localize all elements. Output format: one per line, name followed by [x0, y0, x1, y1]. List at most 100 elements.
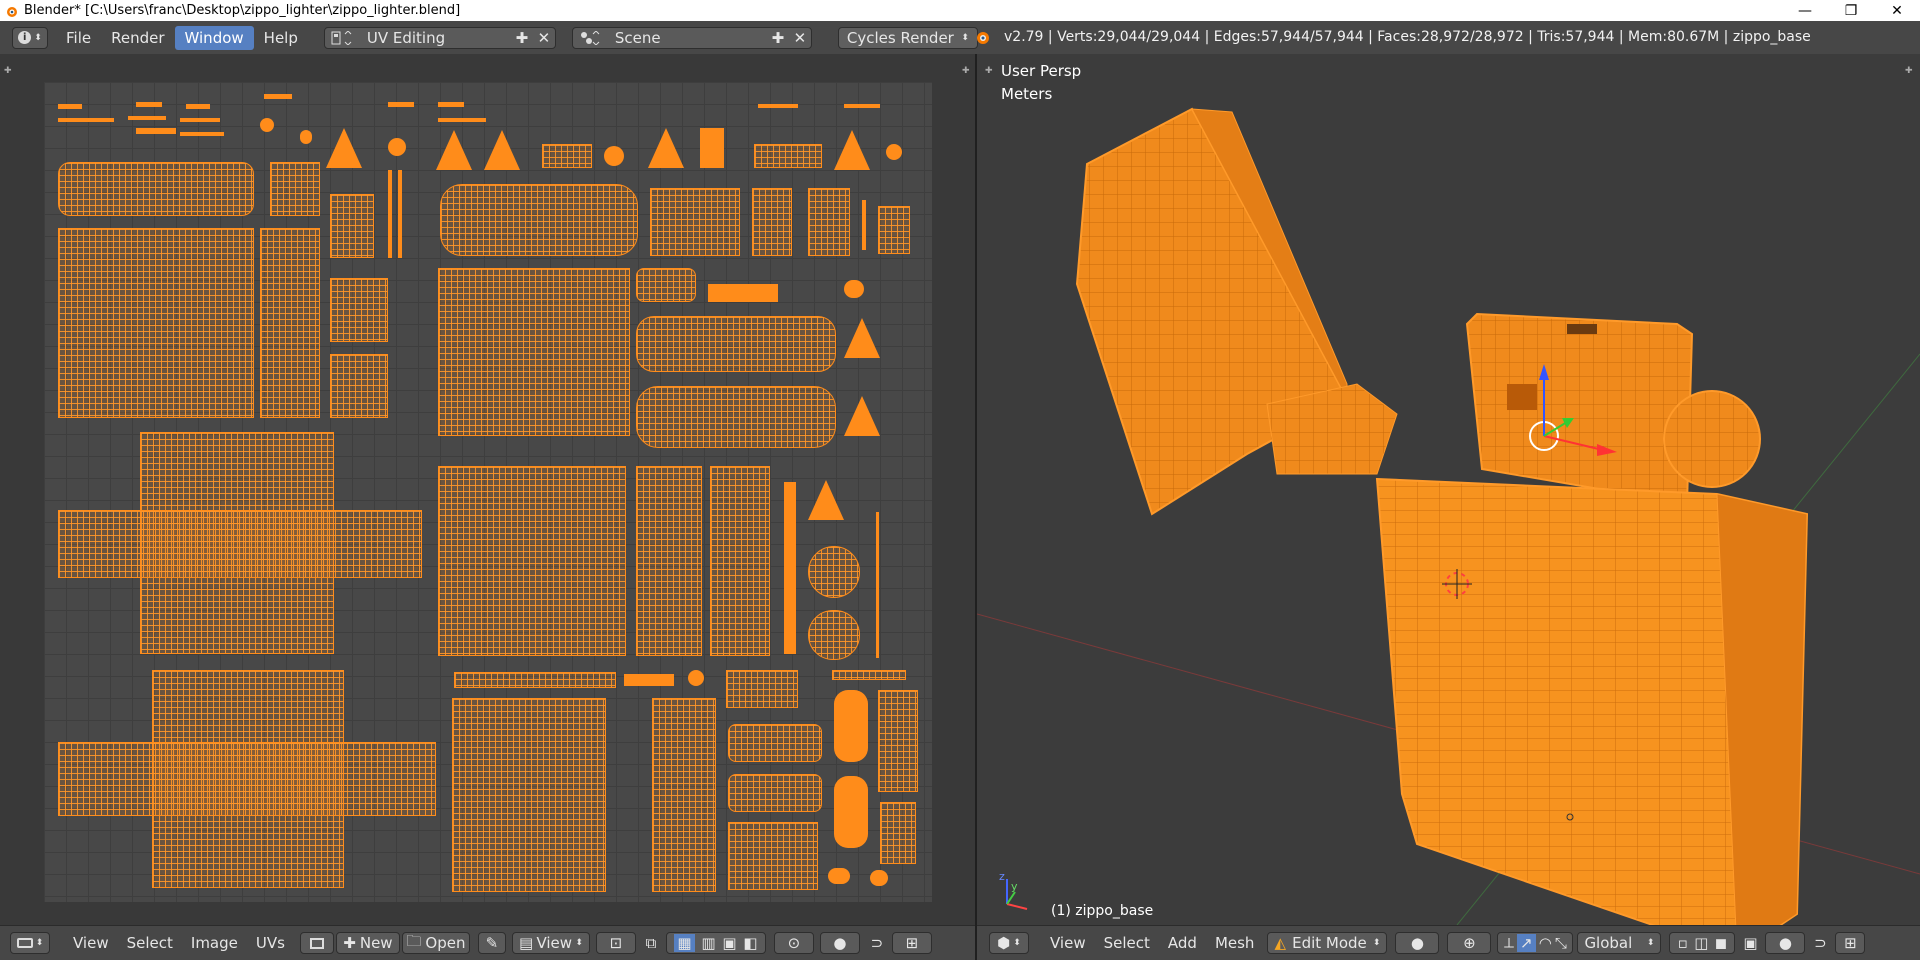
- uv-island[interactable]: [326, 128, 362, 168]
- snap-toggle-button[interactable]: ⊃: [866, 932, 888, 954]
- uv-island[interactable]: [438, 466, 626, 656]
- uv-island[interactable]: [844, 104, 880, 108]
- uv-island[interactable]: [136, 128, 176, 134]
- rotate-manipulator-icon[interactable]: ◠: [1539, 934, 1552, 952]
- uv-island[interactable]: [180, 118, 220, 122]
- uv-island[interactable]: [844, 318, 880, 358]
- uv-island[interactable]: [438, 102, 464, 107]
- face-select-icon[interactable]: ▣: [722, 934, 736, 952]
- uv-island[interactable]: [260, 118, 274, 132]
- proportional-edit-dropdown[interactable]: ●: [1765, 932, 1806, 954]
- uv-island[interactable]: [440, 184, 638, 256]
- uv-island[interactable]: [264, 94, 292, 99]
- scene-selector[interactable]: Scene ✚ ✕: [571, 26, 812, 49]
- uv-island[interactable]: [870, 870, 888, 886]
- menu-uvs[interactable]: UVs: [247, 934, 294, 952]
- editor-type-info-button[interactable]: i ⬍: [12, 26, 48, 49]
- uv-island[interactable]: [808, 610, 860, 660]
- uv-island[interactable]: [834, 690, 868, 762]
- uv-island[interactable]: [708, 284, 778, 302]
- uv-image-canvas[interactable]: [44, 82, 932, 902]
- uv-island[interactable]: [58, 118, 114, 122]
- uv-island[interactable]: [758, 104, 798, 108]
- vertex-mode-icon[interactable]: ▫: [1678, 934, 1688, 952]
- uv-island[interactable]: [438, 268, 630, 436]
- uv-island[interactable]: [300, 130, 312, 144]
- remove-screen-icon[interactable]: ✕: [533, 27, 555, 49]
- menu-window[interactable]: Window: [174, 25, 254, 50]
- uv-island[interactable]: [260, 228, 320, 418]
- uv-island[interactable]: [808, 188, 850, 256]
- uv-island[interactable]: [542, 144, 592, 168]
- editor-type-3d-button[interactable]: ⬢ ⬍: [989, 932, 1029, 954]
- uv-island[interactable]: [878, 690, 918, 792]
- minimize-button[interactable]: —: [1782, 0, 1828, 21]
- uv-island[interactable]: [862, 200, 866, 250]
- uv-island[interactable]: [650, 188, 740, 256]
- selection-mode-group[interactable]: ▦ ▥ ▣ ◧: [665, 932, 766, 954]
- sync-selection-button[interactable]: ⧉: [640, 932, 662, 954]
- transform-orientation-dropdown[interactable]: Global ⬍: [1577, 932, 1662, 954]
- uv-island[interactable]: [636, 316, 836, 372]
- zippo-lighter-mesh[interactable]: z y: [977, 54, 1920, 925]
- uv-island[interactable]: [808, 480, 844, 520]
- browse-image-button[interactable]: [299, 932, 334, 954]
- pivot-point-dropdown[interactable]: ⊕: [1447, 932, 1492, 954]
- uv-island[interactable]: [876, 512, 879, 658]
- new-image-button[interactable]: ✚ New: [335, 932, 400, 954]
- restore-button[interactable]: ❐: [1828, 0, 1874, 21]
- uv-island[interactable]: [878, 206, 910, 254]
- uv-island[interactable]: [728, 822, 818, 890]
- uv-island[interactable]: [636, 386, 836, 448]
- face-mode-icon[interactable]: ◼: [1715, 934, 1727, 952]
- region-toggle-icon[interactable]: ✚: [4, 66, 12, 76]
- remove-scene-icon[interactable]: ✕: [789, 27, 811, 49]
- manipulator-toggle-icon[interactable]: ⟂: [1504, 934, 1514, 952]
- 3d-viewport[interactable]: ✚ ✚ User Persp Meters z y (1) zippo_base: [977, 54, 1920, 925]
- uv-island[interactable]: [388, 102, 414, 107]
- select-mode-group[interactable]: ▫ ◫ ◼: [1669, 932, 1736, 954]
- close-window-button[interactable]: ✕: [1874, 0, 1920, 21]
- uv-island[interactable]: [604, 146, 624, 166]
- uv-island[interactable]: [484, 130, 520, 170]
- uv-island[interactable]: [58, 228, 254, 418]
- uv-island[interactable]: [438, 118, 486, 122]
- uv-island[interactable]: [844, 280, 864, 298]
- pin-button[interactable]: ✎: [477, 932, 506, 954]
- uv-island[interactable]: [388, 138, 406, 156]
- uv-island[interactable]: [834, 776, 868, 848]
- occlude-geometry-button[interactable]: ▣: [1739, 932, 1761, 954]
- uv-island[interactable]: [880, 802, 916, 864]
- uv-island[interactable]: [180, 132, 224, 136]
- uv-island[interactable]: [636, 268, 696, 302]
- render-engine-dropdown[interactable]: Cycles Render ⬍: [837, 26, 978, 49]
- menu-help[interactable]: Help: [254, 26, 308, 50]
- uv-island[interactable]: [58, 162, 254, 216]
- uv-island[interactable]: [828, 868, 850, 884]
- uv-island[interactable]: [330, 194, 374, 258]
- uv-island[interactable]: [652, 698, 716, 892]
- menu-select[interactable]: Select: [1095, 934, 1159, 952]
- shading-dropdown[interactable]: ●: [1395, 932, 1440, 954]
- translate-manipulator-icon[interactable]: ↗: [1517, 934, 1536, 952]
- menu-add[interactable]: Add: [1159, 934, 1206, 952]
- uv-island[interactable]: [834, 130, 870, 170]
- uv-island[interactable]: [624, 674, 674, 686]
- uv-island[interactable]: [886, 144, 902, 160]
- proportional-edit-dropdown[interactable]: ●: [819, 932, 860, 954]
- uv-island[interactable]: [128, 116, 166, 120]
- uv-island[interactable]: [454, 672, 616, 688]
- vertex-select-icon[interactable]: ▦: [674, 934, 695, 952]
- uv-island[interactable]: [330, 278, 388, 342]
- uv-island[interactable]: [398, 170, 402, 258]
- menu-view[interactable]: View: [64, 934, 118, 952]
- uv-island[interactable]: [832, 670, 906, 680]
- uv-island[interactable]: [728, 724, 822, 762]
- edge-select-icon[interactable]: ▥: [701, 934, 715, 952]
- uv-island[interactable]: [388, 170, 392, 258]
- snap-element-dropdown[interactable]: ⊞: [1835, 932, 1866, 954]
- snap-element-dropdown[interactable]: ⊞: [891, 932, 932, 954]
- uv-island[interactable]: [58, 104, 82, 109]
- uv-island[interactable]: [754, 144, 822, 168]
- open-image-button[interactable]: 🗀 Open: [401, 932, 470, 954]
